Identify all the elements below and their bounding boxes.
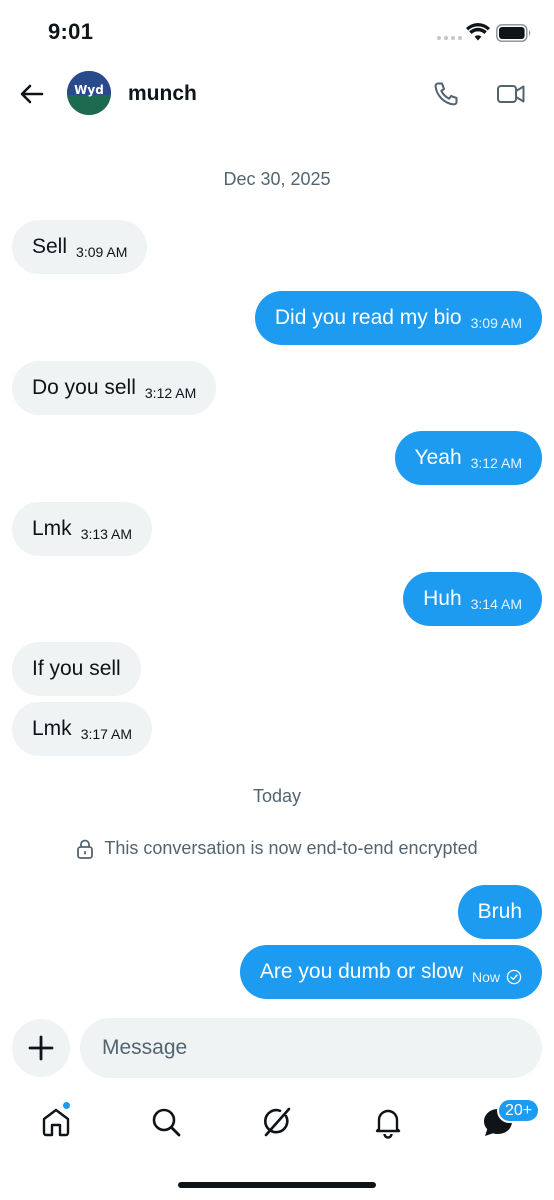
plus-icon <box>28 1035 54 1061</box>
home-indicator <box>178 1182 376 1188</box>
message-time: 3:13 AM <box>80 526 133 542</box>
status-bar: 9:01 <box>0 0 554 62</box>
message-time: 3:14 AM <box>470 596 522 612</box>
cellular-signal-icon <box>437 36 463 42</box>
status-time: 9:01 <box>48 19 94 44</box>
message-bubble-outgoing[interactable]: Yeah 3:12 AM <box>394 431 542 485</box>
message-time: Now <box>471 969 500 985</box>
message-bubble-incoming[interactable]: Lmk 3:13 AM <box>12 502 153 556</box>
message-text: Lmk <box>32 517 72 540</box>
home-notification-dot <box>62 1101 71 1110</box>
message-bubble-outgoing[interactable]: Bruh <box>457 885 542 939</box>
message-text: Do you sell <box>32 376 136 399</box>
avatar-text: Wyd <box>74 83 104 97</box>
notifications-icon[interactable] <box>370 1104 406 1140</box>
add-attachment-button[interactable] <box>12 1019 70 1077</box>
message-text: Huh <box>423 587 462 610</box>
message-time: 3:12 AM <box>470 455 522 471</box>
grok-icon[interactable] <box>259 1104 295 1140</box>
message-input[interactable] <box>80 1018 542 1078</box>
message-bubble-incoming[interactable]: Do you sell 3:12 AM <box>12 361 217 415</box>
sent-check-icon <box>506 969 522 985</box>
search-icon[interactable] <box>148 1104 184 1140</box>
conversation-header: Wyd munch <box>0 62 554 128</box>
message-text: If you sell <box>32 657 121 680</box>
message-text: Yeah <box>414 446 462 469</box>
encryption-notice-text: This conversation is now end-to-end encr… <box>104 838 478 858</box>
back-arrow-icon[interactable] <box>16 78 48 110</box>
bottom-navigation <box>0 1098 554 1148</box>
date-separator: Today <box>252 786 302 806</box>
message-text: Are you dumb or slow <box>259 960 463 983</box>
contact-avatar[interactable]: Wyd <box>67 71 111 115</box>
message-bubble-outgoing[interactable]: Huh 3:14 AM <box>403 572 542 626</box>
wifi-icon <box>466 23 490 41</box>
battery-icon <box>496 24 531 42</box>
message-text: Lmk <box>32 717 72 740</box>
message-bubble-incoming[interactable]: Lmk 3:17 AM <box>12 702 153 756</box>
message-bubble-incoming[interactable]: Sell 3:09 AM <box>12 220 148 274</box>
encryption-notice: This conversation is now end-to-end encr… <box>0 838 554 859</box>
message-bubble-outgoing[interactable]: Are you dumb or slow Now <box>239 945 542 999</box>
avatar-foreground <box>67 95 111 115</box>
message-text: Bruh <box>477 900 522 923</box>
message-time: 3:12 AM <box>144 385 197 401</box>
message-text: Sell <box>32 235 68 258</box>
message-text: Did you read my bio <box>274 306 462 329</box>
contact-name[interactable]: munch <box>128 82 197 106</box>
message-time: 3:17 AM <box>80 726 133 742</box>
video-call-icon[interactable] <box>496 80 526 108</box>
date-separator: Dec 30, 2025 <box>223 169 331 189</box>
message-bubble-incoming[interactable]: If you sell <box>12 642 141 696</box>
phone-call-icon[interactable] <box>432 80 460 108</box>
lock-icon <box>77 839 94 859</box>
message-time: 3:09 AM <box>470 315 522 331</box>
messages-count-badge: 20+ <box>497 1098 541 1123</box>
message-bubble-outgoing[interactable]: Did you read my bio 3:09 AM <box>254 291 542 345</box>
message-time: 3:09 AM <box>76 244 128 260</box>
